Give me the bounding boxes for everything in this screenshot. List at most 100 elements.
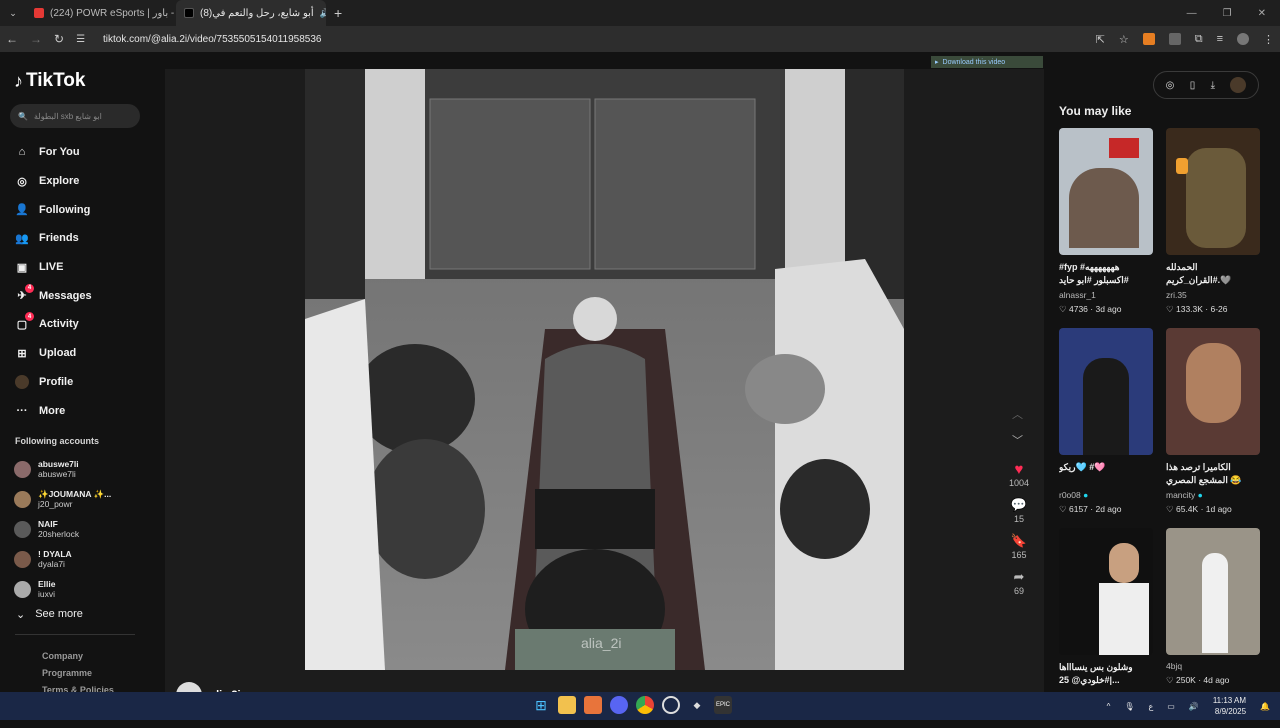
window-controls: — ❐ ✕ <box>1187 8 1280 19</box>
taskbar-clock[interactable]: 11:13 AM 8/9/2025 <box>1213 695 1246 717</box>
user-avatar[interactable] <box>1230 77 1247 93</box>
compass-icon: ◎ <box>17 175 27 188</box>
chrome-icon[interactable] <box>636 696 654 714</box>
new-tab-button[interactable]: + <box>326 5 350 21</box>
card-age: 6-26 <box>1210 304 1228 314</box>
like-button[interactable]: ♥ 1004 <box>1008 460 1030 489</box>
card-user: mancity <box>1166 490 1196 500</box>
tab-search-icon[interactable]: ⌄ <box>0 8 26 19</box>
nav-item-explore[interactable]: ◎ Explore <box>14 167 92 196</box>
network-icon[interactable]: ▭ <box>1167 702 1175 711</box>
language-icon[interactable]: ع <box>1149 702 1154 711</box>
media-control-icon[interactable]: ≡ <box>1217 33 1223 45</box>
friends-icon: 👥 <box>15 232 29 245</box>
download-video-bar[interactable]: ▸ Download this video <box>931 56 1043 68</box>
logo-text: TikTok <box>26 70 86 91</box>
right-toolbar: ◎ ▯ ⤓ <box>1153 71 1259 99</box>
download-app-icon[interactable]: ⤓ <box>1211 80 1215 91</box>
save-button[interactable]: 🔖 165 <box>1010 532 1028 560</box>
card-stats: ♡ 133.3K · 6-26 <box>1166 304 1228 314</box>
phone-icon[interactable]: ▯ <box>1190 80 1196 91</box>
nav-item-profile[interactable]: Profile <box>14 368 92 397</box>
card-user[interactable]: zri.35 <box>1166 290 1260 300</box>
tiktok-page: ♪ TikTok 🔍 البطولة sxb ابو شايع ⌂ For You… <box>0 52 1280 708</box>
video-player[interactable]: alia_2i <box>305 69 904 670</box>
upload-icon: ⊞ <box>17 347 27 360</box>
account-item[interactable]: Ellie iuxvi <box>14 574 111 604</box>
like-count: 1004 <box>1008 478 1030 488</box>
account-handle: abuswe7li <box>38 469 76 479</box>
video-card[interactable]: الحمدلله 🩶.#القران_كريم #quotes #fyp zri… <box>1166 128 1260 328</box>
discord-icon[interactable] <box>610 696 628 714</box>
account-item[interactable]: abuswe7li abuswe7li <box>14 454 111 484</box>
nav-item-upload[interactable]: ⊞ Upload <box>14 339 92 368</box>
minimize-icon[interactable]: — <box>1187 8 1197 19</box>
url-field[interactable]: tiktok.com/@alia.2i/video/75355051540119… <box>103 34 321 45</box>
app-icon[interactable] <box>584 696 602 714</box>
account-item[interactable]: ✨JOUMANA ✨... j20_powr <box>14 484 111 514</box>
site-info-icon[interactable]: ☰ <box>76 34 85 45</box>
nav-item-for-you[interactable]: ⌂ For You <box>14 138 92 167</box>
live-icon: ▣ <box>16 261 28 274</box>
install-icon[interactable]: ⇱ <box>1096 33 1105 46</box>
nav-item-messages[interactable]: ✈ 4 Messages <box>14 281 92 310</box>
tiktok-logo[interactable]: ♪ TikTok <box>14 70 85 92</box>
card-user-row[interactable]: r0o08 ● <box>1059 490 1153 500</box>
back-icon[interactable]: ← <box>6 32 18 46</box>
card-user[interactable]: 4bjq <box>1166 661 1260 671</box>
epic-games-icon[interactable]: EPIC <box>714 696 732 714</box>
comment-count: 15 <box>1013 514 1024 524</box>
app-icon[interactable]: ◆ <box>688 696 706 714</box>
nav-item-more[interactable]: ··· More <box>14 396 92 425</box>
nav-label: Friends <box>39 232 79 245</box>
card-user-row[interactable]: mancity ● <box>1166 490 1260 500</box>
next-video-chevron-down-icon[interactable]: ﹀ <box>1012 432 1023 448</box>
see-more-button[interactable]: ⌄ See more <box>16 608 83 621</box>
notifications-icon[interactable]: 🔔 <box>1260 702 1270 711</box>
share-arrow-icon: ➦ <box>1013 569 1025 584</box>
nav-item-friends[interactable]: 👥 Friends <box>14 224 92 253</box>
account-name: ✨JOUMANA ✨... <box>38 489 112 499</box>
video-thumbnail <box>1059 328 1153 455</box>
windows-start-icon[interactable]: ⊞ <box>532 696 550 714</box>
reload-icon[interactable]: ↻ <box>54 32 64 46</box>
profile-icon <box>14 374 30 390</box>
video-thumbnail <box>1059 128 1153 255</box>
nav-item-live[interactable]: ▣ LIVE <box>14 253 92 282</box>
browser-tab-2[interactable]: (8)أبو شايع، رحل والنعم في 🔊 ✕ <box>176 0 326 26</box>
browser-tab-1[interactable]: (224) POWR eSports | باور - You ✕ <box>26 0 176 26</box>
compass-icon[interactable]: ◎ <box>1166 80 1175 91</box>
file-explorer-icon[interactable] <box>558 696 576 714</box>
close-window-icon[interactable]: ✕ <box>1258 8 1266 19</box>
microphone-icon[interactable]: 🎙 <box>1124 702 1134 711</box>
video-card[interactable]: ريكو🩵 #🩷 r0o08 ● ♡ 6157 · 2d ago <box>1059 328 1153 528</box>
maximize-icon[interactable]: ❐ <box>1223 8 1232 19</box>
card-user[interactable]: alnassr_1 <box>1059 290 1153 300</box>
account-item[interactable]: NAIF 20sherlock <box>14 514 111 544</box>
extension-icon[interactable] <box>1168 33 1181 45</box>
card-age: 4d ago <box>1203 675 1230 685</box>
nav-item-activity[interactable]: ▢ 4 Activity <box>14 310 92 339</box>
search-placeholder: البطولة sxb ابو شايع <box>33 111 102 121</box>
prev-video-chevron-up-icon[interactable]: ︿ <box>1012 406 1023 422</box>
footer-link-company[interactable]: Company <box>42 648 114 665</box>
profile-avatar-icon[interactable] <box>1237 33 1249 45</box>
extension-icon[interactable] <box>1142 33 1155 45</box>
footer-link-programme[interactable]: Programme <box>42 665 114 682</box>
forward-icon[interactable]: → <box>30 32 42 46</box>
nav-item-following[interactable]: 👤 Following <box>14 195 92 224</box>
volume-icon[interactable]: 🔊 <box>1189 702 1199 711</box>
browser-menu-icon[interactable]: ⋮ <box>1263 33 1274 46</box>
search-input[interactable]: 🔍 البطولة sxb ابو شايع <box>10 104 140 128</box>
video-card[interactable]: الكاميرا ترصد هذا المشجع المصري 😂 mancit… <box>1166 328 1260 528</box>
tray-chevron-up-icon[interactable]: ^ <box>1107 702 1111 711</box>
card-age: 1d ago <box>1205 504 1232 514</box>
bookmark-star-icon[interactable]: ☆ <box>1119 33 1129 46</box>
video-card[interactable]: #fyp #هههههههه #اكسبلور #ابو حايد #تريحه… <box>1059 128 1153 328</box>
messages-icon: ✈ 4 <box>14 283 34 304</box>
share-button[interactable]: ➦ 69 <box>1010 568 1028 596</box>
extensions-puzzle-icon[interactable]: ⧉ <box>1195 33 1203 46</box>
account-item[interactable]: ! DYALA dyala7i <box>14 544 111 574</box>
comment-button[interactable]: 💬 15 <box>1010 496 1028 524</box>
steam-icon[interactable] <box>662 696 680 714</box>
